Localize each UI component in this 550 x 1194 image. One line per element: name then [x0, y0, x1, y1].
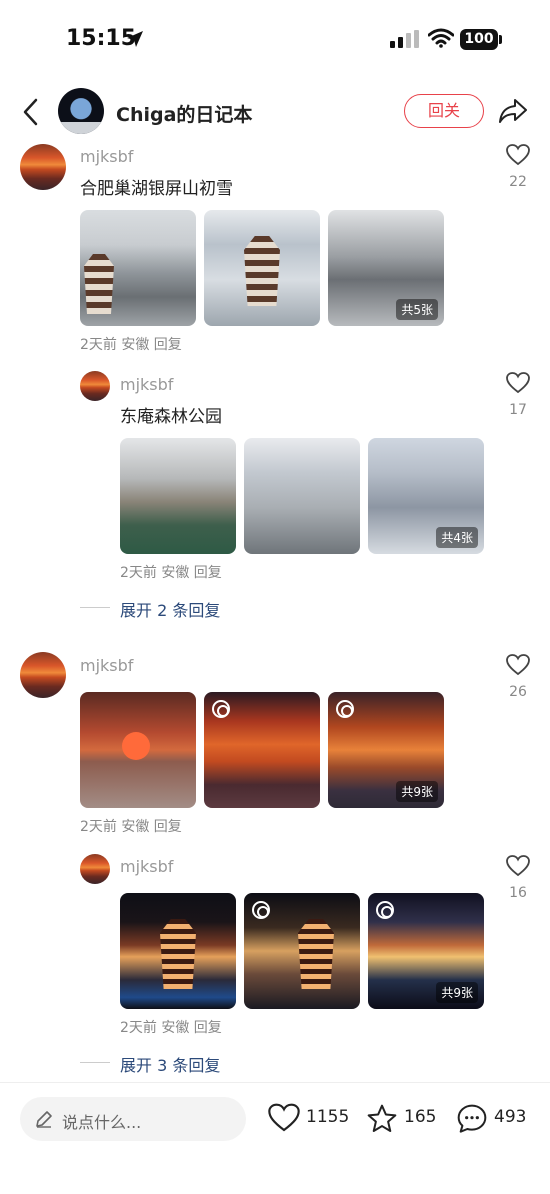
reply-photo[interactable]: 共9张 — [368, 893, 484, 1009]
reply-photo[interactable] — [244, 438, 360, 554]
bottom-action-bar: 说点什么... 1155 165 493 — [0, 1082, 550, 1194]
comment-meta[interactable]: 2天前 安徽 回复 — [80, 334, 182, 354]
profile-avatar[interactable] — [58, 88, 104, 134]
commenter-avatar[interactable] — [20, 144, 66, 190]
comment-photo[interactable] — [80, 692, 196, 808]
expand-replies-button[interactable]: 展开 3 条回复 — [79, 1052, 220, 1076]
like-count: 26 — [509, 684, 527, 700]
reply-meta[interactable]: 2天前 安徽 回复 — [120, 562, 222, 582]
wifi-icon — [428, 28, 454, 48]
reply-avatar[interactable] — [80, 371, 110, 401]
star-icon[interactable] — [366, 1103, 398, 1135]
favorite-action[interactable]: 165 — [366, 1101, 442, 1137]
like-action[interactable]: 1155 — [268, 1101, 350, 1137]
comment-total: 493 — [494, 1107, 527, 1127]
like-count: 16 — [509, 885, 527, 901]
comment-meta[interactable]: 2天前 安徽 回复 — [80, 816, 182, 836]
comment-bubble-icon[interactable] — [456, 1103, 488, 1135]
reply-meta[interactable]: 2天前 安徽 回复 — [120, 1017, 222, 1037]
share-icon[interactable] — [498, 97, 528, 125]
live-photo-icon — [376, 901, 394, 919]
photo-count-badge: 共9张 — [396, 781, 438, 802]
comment-photo[interactable] — [204, 210, 320, 326]
pencil-icon — [36, 1111, 52, 1128]
photo-count-badge: 共9张 — [436, 982, 478, 1003]
live-photo-icon — [212, 700, 230, 718]
reply-photo[interactable]: 共4张 — [368, 438, 484, 554]
live-photo-icon — [336, 700, 354, 718]
reply-like[interactable]: 16 — [498, 855, 538, 901]
status-bar: 15:15 100 — [0, 0, 550, 80]
expand-replies-button[interactable]: 展开 2 条回复 — [79, 597, 220, 621]
like-total: 1155 — [306, 1107, 350, 1127]
reply-avatar[interactable] — [80, 854, 110, 884]
location-arrow-icon — [127, 31, 143, 47]
back-arrow-icon[interactable] — [20, 98, 44, 126]
heart-icon[interactable] — [506, 144, 530, 166]
comment-like[interactable]: 26 — [498, 654, 538, 700]
live-photo-icon — [252, 901, 270, 919]
photo-count-badge: 共5张 — [396, 299, 438, 320]
reply-text: 东庵森林公园 — [120, 407, 222, 427]
commenter-avatar[interactable] — [20, 652, 66, 698]
reply-like[interactable]: 17 — [498, 372, 538, 418]
pavilion-graphic — [84, 254, 114, 314]
comment-like[interactable]: 22 — [498, 144, 538, 190]
like-count: 17 — [509, 402, 527, 418]
follow-back-button[interactable]: 回关 — [404, 94, 484, 128]
like-count: 22 — [509, 174, 527, 190]
heart-icon[interactable] — [506, 654, 530, 676]
heart-icon[interactable] — [506, 855, 530, 877]
comment-photo[interactable] — [204, 692, 320, 808]
reply-photo[interactable] — [120, 438, 236, 554]
pavilion-graphic — [160, 919, 196, 989]
comment-photo[interactable]: 共9张 — [328, 692, 444, 808]
heart-icon[interactable] — [268, 1103, 300, 1133]
commenter-name[interactable]: mjksbf — [80, 147, 133, 166]
cellular-signal-icon — [390, 30, 419, 48]
reply-name[interactable]: mjksbf — [120, 375, 173, 394]
profile-title[interactable]: Chiga的日记本 — [116, 100, 252, 127]
battery-indicator: 100 — [460, 29, 498, 50]
reply-photo[interactable] — [120, 893, 236, 1009]
heart-icon[interactable] — [506, 372, 530, 394]
reply-photo[interactable] — [244, 893, 360, 1009]
comment-input[interactable]: 说点什么... — [20, 1097, 246, 1141]
comment-photo[interactable] — [80, 210, 196, 326]
comment-text: 合肥巢湖银屏山初雪 — [80, 179, 233, 199]
top-nav: Chiga的日记本 回关 — [0, 84, 550, 140]
comment-input-placeholder[interactable]: 说点什么... — [62, 1109, 141, 1133]
battery-tip — [499, 35, 502, 44]
photo-count-badge: 共4张 — [436, 527, 478, 548]
reply-name[interactable]: mjksbf — [120, 857, 173, 876]
comment-photo[interactable]: 共5张 — [328, 210, 444, 326]
favorite-total: 165 — [404, 1107, 437, 1127]
comment-action[interactable]: 493 — [456, 1101, 536, 1137]
pavilion-graphic — [298, 919, 334, 989]
pavilion-graphic — [244, 236, 280, 306]
commenter-name[interactable]: mjksbf — [80, 656, 133, 675]
sun-graphic — [122, 732, 150, 760]
